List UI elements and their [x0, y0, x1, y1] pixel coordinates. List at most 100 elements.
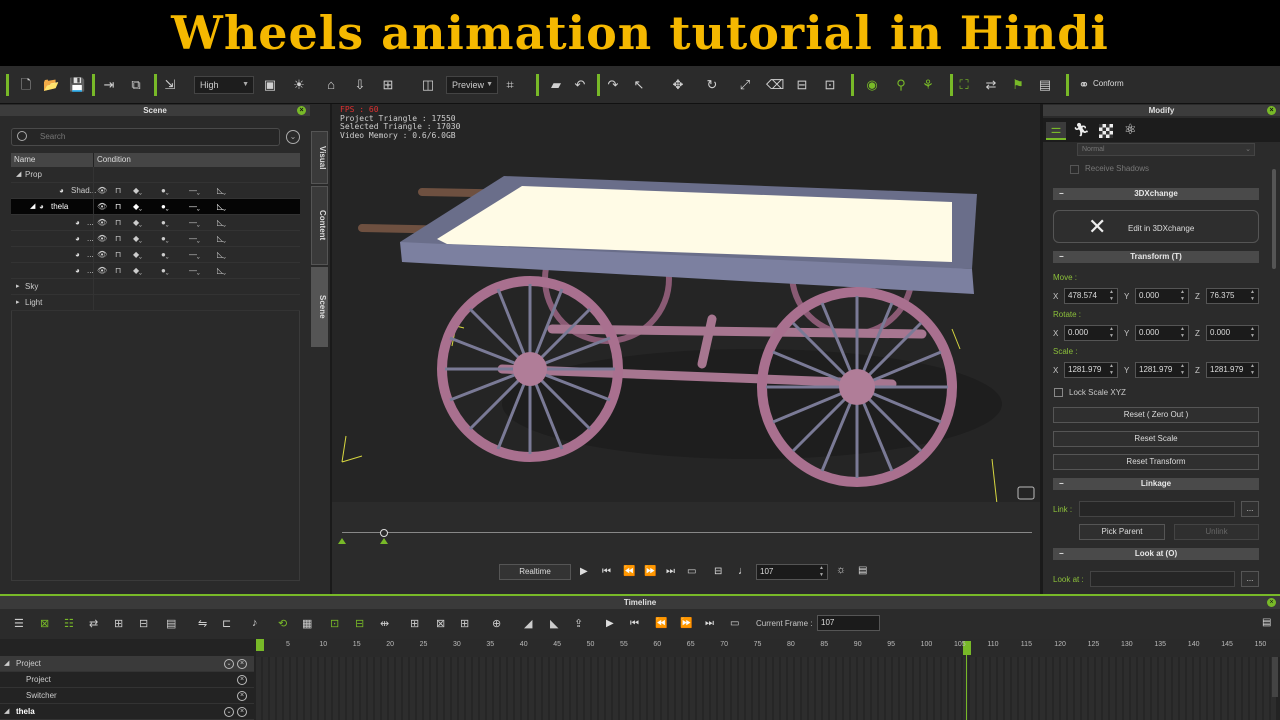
- tl-copy-icon[interactable]: ▤: [166, 617, 176, 630]
- physics-tab-icon[interactable]: ⚛: [1124, 121, 1137, 138]
- reset-scale-button[interactable]: Reset Scale: [1053, 431, 1259, 447]
- tl-track-icon[interactable]: ☷: [64, 617, 74, 630]
- tree-row[interactable]: ◕... 👁︎ ⊓ ◆ˬ ●ˬ —ˬ ◺ˬ: [11, 215, 300, 231]
- shadow-toggle-icon[interactable]: ●ˬ: [161, 231, 169, 247]
- close-icon[interactable]: ×: [297, 106, 306, 115]
- expand-arrow-icon[interactable]: ◢: [16, 167, 21, 183]
- select-icon[interactable]: ↖: [631, 77, 647, 93]
- tl-bake-icon[interactable]: ⊞: [460, 617, 469, 630]
- scale-y-field[interactable]: 1281.979 ▲ ▼: [1135, 362, 1189, 378]
- open-icon[interactable]: 📂: [43, 77, 59, 93]
- tl-scrollbar[interactable]: [1272, 657, 1278, 697]
- close-icon[interactable]: ×: [1267, 598, 1276, 607]
- scale-z-field[interactable]: 1281.979 ▲ ▼: [1206, 362, 1259, 378]
- range-end-marker[interactable]: [380, 538, 388, 544]
- prev-frame-icon[interactable]: ⏪: [623, 566, 635, 577]
- physics-toggle-icon[interactable]: ◺ˬ: [217, 183, 226, 199]
- move-icon[interactable]: ✥: [670, 77, 686, 93]
- tl-menu-icon[interactable]: ▤: [1262, 617, 1271, 628]
- fit-icon[interactable]: ⊞: [380, 77, 396, 93]
- lock-scale-checkbox[interactable]: [1054, 388, 1063, 397]
- shadow-toggle-icon[interactable]: ●ˬ: [161, 215, 169, 231]
- material-tab-icon[interactable]: [1099, 124, 1113, 138]
- move-y-field[interactable]: 0.000 ▲ ▼: [1135, 288, 1189, 304]
- side-tab-content[interactable]: Content: [311, 186, 328, 265]
- reset-transform-button[interactable]: Reset Transform: [1053, 454, 1259, 470]
- remove-track-icon[interactable]: ×: [237, 707, 247, 717]
- tl-add-key-icon[interactable]: ⊠: [40, 617, 49, 630]
- motion-tab-icon[interactable]: 🏃︎: [1073, 122, 1090, 138]
- leaf-icon[interactable]: ⚘: [920, 77, 936, 93]
- timeline-track-row[interactable]: Switcher ×: [0, 688, 254, 704]
- go-end-icon[interactable]: ⏭: [666, 566, 675, 577]
- move-z-field[interactable]: 76.375 ▲ ▼: [1206, 288, 1259, 304]
- lock-toggle-icon[interactable]: ⊓: [115, 263, 121, 279]
- edit-3dxchange-button[interactable]: ✕ Edit in 3DXchange: [1053, 210, 1259, 243]
- tl-export-icon[interactable]: ⇪: [574, 617, 583, 630]
- music-icon[interactable]: ♩: [738, 565, 749, 577]
- redo-icon[interactable]: ↷: [605, 77, 621, 93]
- camera-icon[interactable]: ▰: [548, 77, 564, 93]
- visibility-toggle-icon[interactable]: 👁︎: [97, 183, 107, 199]
- tl-zoom-icon[interactable]: ⊕: [492, 617, 501, 630]
- col-name-header[interactable]: Name: [14, 155, 35, 164]
- timeline-track-row[interactable]: ◢ Project × ⌄: [0, 656, 254, 672]
- tl-remove-frame-icon[interactable]: ⊠: [436, 617, 445, 630]
- tl-loop-clip-icon[interactable]: ⟲: [278, 617, 287, 630]
- physics-toggle-icon[interactable]: ◺ˬ: [217, 231, 226, 247]
- tl-go-start-icon[interactable]: ⏮: [630, 618, 639, 629]
- timeline-track-row[interactable]: ◢ thela × ⌄: [0, 704, 254, 720]
- visibility-toggle-icon[interactable]: 👁︎: [97, 199, 107, 215]
- flag-icon[interactable]: ⚑: [1010, 77, 1026, 93]
- scrub-track[interactable]: [342, 532, 1032, 533]
- shadow-toggle-icon[interactable]: ●ˬ: [161, 199, 169, 215]
- render-toggle-icon[interactable]: ◆ˬ: [133, 215, 142, 231]
- col-condition-header[interactable]: Condition: [97, 155, 131, 164]
- render-toggle-icon[interactable]: ◆ˬ: [133, 247, 142, 263]
- tree-row[interactable]: ▸ Light: [11, 295, 300, 311]
- tree-row[interactable]: ◕... 👁︎ ⊓ ◆ˬ ●ˬ —ˬ ◺ˬ: [11, 263, 300, 279]
- timeline-track-row[interactable]: Project ×: [0, 672, 254, 688]
- tl-list-icon[interactable]: ☰: [14, 617, 24, 630]
- tree-row[interactable]: ▸ Sky: [11, 279, 300, 295]
- tree-row[interactable]: ◢ Prop: [11, 167, 300, 183]
- save-icon[interactable]: 💾: [69, 77, 85, 93]
- go-start-icon[interactable]: ⏮: [602, 566, 611, 577]
- expand-arrow-icon[interactable]: ◢: [30, 199, 35, 215]
- tl-ease-out-icon[interactable]: ◣: [550, 617, 558, 630]
- link-field[interactable]: [1079, 501, 1235, 517]
- side-tab-visual[interactable]: Visual: [311, 131, 328, 184]
- rotate-y-field[interactable]: 0.000 ▲ ▼: [1135, 325, 1189, 341]
- tree-row[interactable]: ◢ ◕ thela 👁︎ ⊓ ◆ˬ ●ˬ —ˬ ◺ˬ: [11, 199, 300, 215]
- loop-icon[interactable]: ▭: [687, 566, 696, 577]
- lock-toggle-icon[interactable]: ⊓: [115, 231, 121, 247]
- section-linkage[interactable]: − Linkage: [1053, 478, 1259, 490]
- modify-scrollbar[interactable]: [1272, 169, 1276, 269]
- eraser-icon[interactable]: ⌫: [766, 77, 784, 93]
- timecode-icon[interactable]: ▤: [858, 565, 867, 576]
- side-tab-scene[interactable]: Scene: [311, 267, 328, 347]
- section-lookat[interactable]: − Look at (O): [1053, 548, 1259, 560]
- tree-row[interactable]: ◕... 👁︎ ⊓ ◆ˬ ●ˬ —ˬ ◺ˬ: [11, 231, 300, 247]
- tl-go-end-icon[interactable]: ⏭: [705, 618, 714, 629]
- visibility-toggle-icon[interactable]: 👁︎: [97, 231, 107, 247]
- next-frame-icon[interactable]: ⏩: [644, 566, 656, 577]
- conform-button[interactable]: Conform: [1093, 79, 1124, 88]
- render-icon[interactable]: ⧉: [128, 77, 144, 93]
- tl-next-icon[interactable]: ⏩: [680, 618, 692, 629]
- lock-toggle-icon[interactable]: ⊓: [115, 215, 121, 231]
- tl-prev-icon[interactable]: ⏪: [655, 618, 667, 629]
- render-toggle-icon[interactable]: ◆ˬ: [133, 199, 142, 215]
- remove-track-icon[interactable]: ×: [237, 659, 247, 669]
- tl-note-icon[interactable]: ♪: [252, 617, 258, 629]
- preview-select[interactable]: Preview ▼: [446, 76, 498, 94]
- lookat-browse-button[interactable]: ...: [1241, 571, 1259, 587]
- download-icon[interactable]: ⇩: [352, 77, 368, 93]
- unlink-button[interactable]: Unlink: [1174, 524, 1259, 540]
- tl-film-icon[interactable]: ▦: [302, 617, 312, 630]
- rotate-icon[interactable]: ↻: [704, 77, 720, 93]
- lock-toggle-icon[interactable]: ⊓: [115, 183, 121, 199]
- range-start-marker[interactable]: [338, 538, 346, 544]
- play-icon[interactable]: ▶: [580, 566, 588, 577]
- home-icon[interactable]: ⌂: [323, 77, 339, 93]
